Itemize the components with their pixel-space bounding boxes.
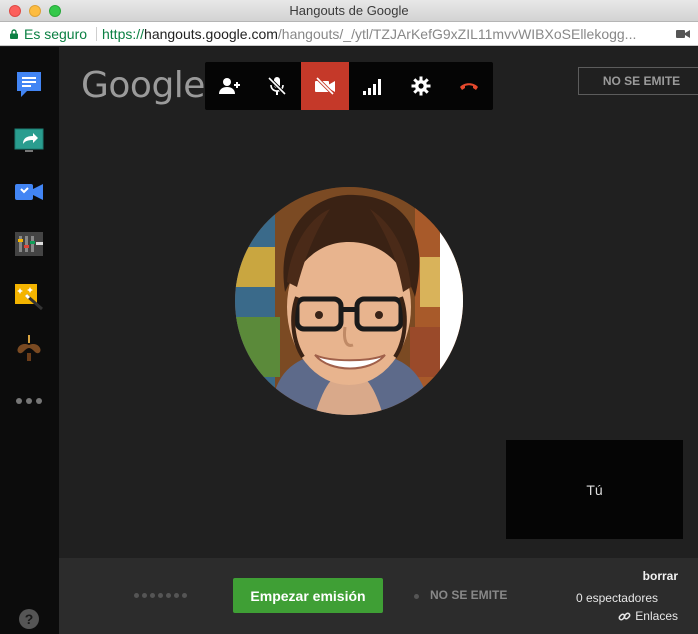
links-label: Enlaces [635, 609, 678, 623]
address-bar[interactable]: Es seguro https://hangouts.google.com/ha… [0, 22, 698, 46]
invite-people-button[interactable] [205, 62, 253, 110]
screenshare-icon[interactable] [14, 125, 44, 155]
camera-off-icon [315, 76, 335, 96]
event-name: borrar [642, 569, 678, 583]
window-title: Hangouts de Google [289, 3, 409, 18]
self-view-tile[interactable]: Tú [506, 440, 683, 539]
viewer-count: 0 espectadores [575, 591, 658, 605]
live-status-label: NO SE EMITE [430, 588, 508, 602]
settings-icon [411, 76, 431, 96]
bandwidth-button[interactable] [349, 62, 397, 110]
self-view-label: Tú [586, 481, 603, 498]
broadcast-bar: Empezar emisión NO SE EMITE borrar 0 esp… [59, 558, 698, 634]
participant-photo [235, 187, 463, 415]
control-room-icon[interactable] [14, 229, 44, 259]
video-control-icon[interactable] [14, 177, 44, 207]
apps-sidebar: ? [0, 47, 59, 634]
broadcast-status-badge: NO SE EMITE [578, 67, 698, 95]
help-icon[interactable]: ? [19, 609, 39, 629]
mic-off-icon [267, 76, 287, 96]
effects-icon[interactable] [14, 281, 44, 311]
url-path: /hangouts/_/ytl/TZJArKefG9xZIL11mvvWIBXo… [277, 26, 637, 42]
signal-icon [363, 79, 381, 95]
more-icon[interactable] [14, 397, 44, 405]
settings-button[interactable] [397, 62, 445, 110]
secure-label: Es seguro [24, 26, 88, 42]
video-stage: Google NO SE EMITE Tú [59, 47, 698, 558]
hang-up-button[interactable] [445, 62, 493, 110]
mute-mic-button[interactable] [253, 62, 301, 110]
address-divider [96, 27, 97, 41]
links-button[interactable]: Enlaces [618, 609, 678, 623]
call-toolbar [205, 62, 493, 110]
toggle-camera-button[interactable] [301, 62, 349, 110]
chat-icon[interactable] [14, 69, 44, 99]
lock-icon [10, 29, 18, 39]
google-logo: Google [81, 65, 205, 106]
window-titlebar: Hangouts de Google [0, 0, 698, 22]
hang-up-icon [460, 83, 478, 90]
link-icon [618, 612, 631, 620]
camera-icon[interactable] [676, 29, 690, 39]
url-text[interactable]: https://hangouts.google.com/hangouts/_/y… [102, 22, 662, 45]
loading-dots [134, 593, 187, 598]
live-status-dot [414, 594, 419, 599]
participant-avatar [235, 187, 463, 415]
mustache-icon[interactable] [14, 333, 44, 363]
start-broadcast-button[interactable]: Empezar emisión [233, 578, 383, 613]
url-scheme: https:// [102, 26, 145, 42]
add-person-icon [219, 78, 240, 94]
url-host: hangouts.google.com [144, 26, 278, 42]
